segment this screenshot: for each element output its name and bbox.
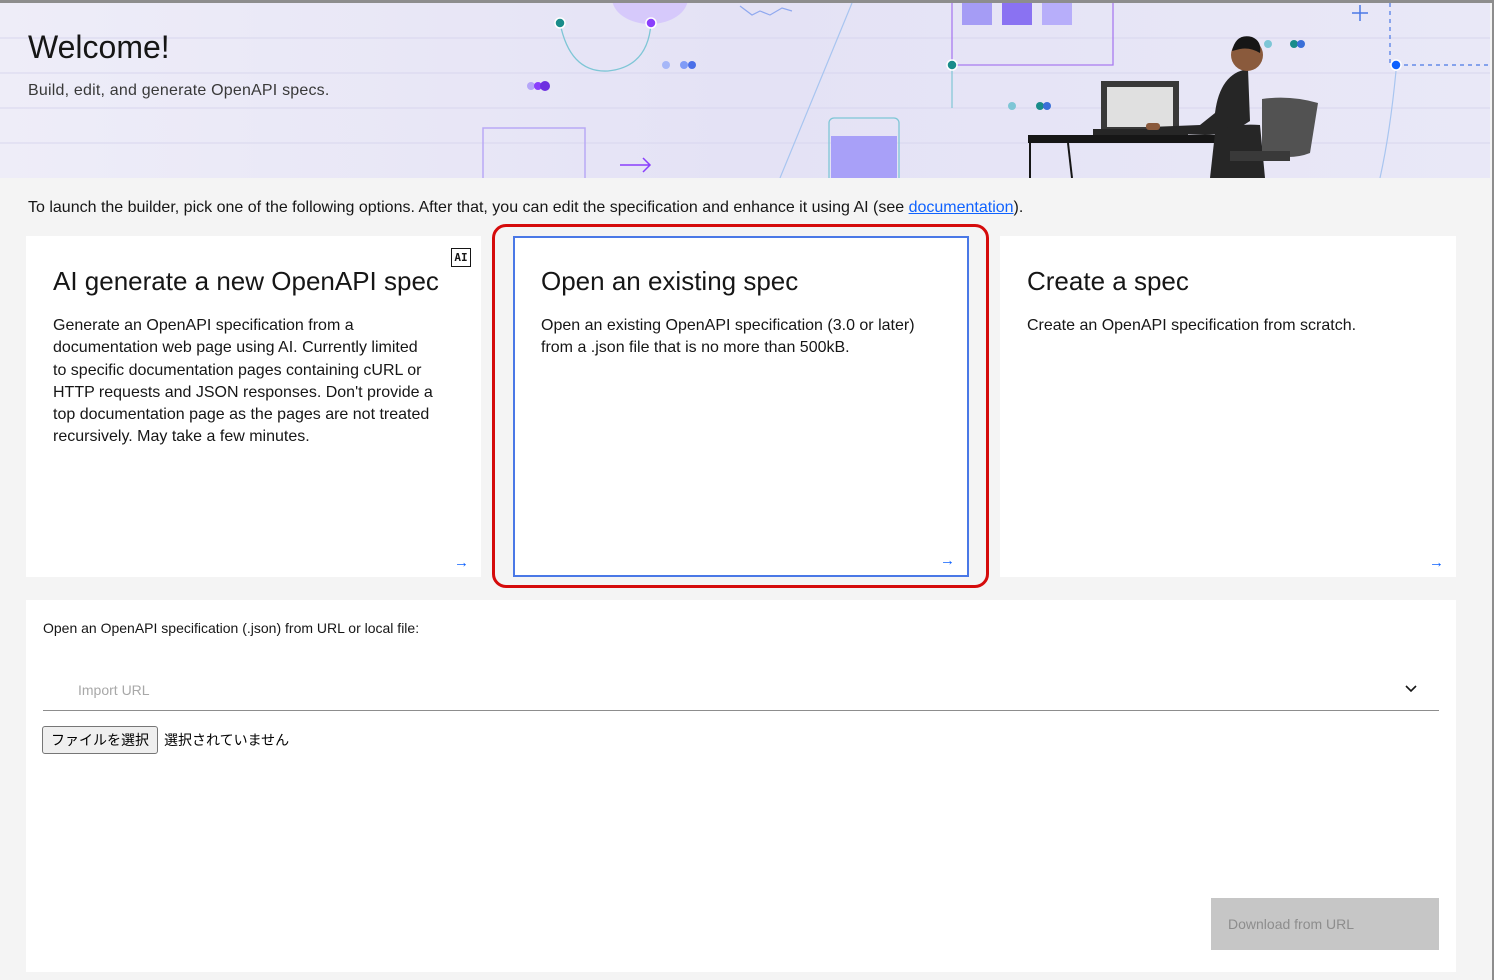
card-title: Open an existing spec — [541, 266, 799, 296]
file-chooser: ファイルを選択 選択されていません — [42, 726, 289, 754]
download-from-url-button[interactable]: Download from URL — [1211, 898, 1439, 950]
file-status-text: 選択されていません — [164, 733, 290, 749]
import-url-combobox[interactable] — [43, 670, 1439, 711]
card-description: Open an existing OpenAPI specification (… — [541, 317, 915, 357]
page-subtitle: Build, edit, and generate OpenAPI specs. — [28, 82, 330, 99]
page-title: Welcome! — [28, 29, 170, 65]
card-description: Create an OpenAPI specification from scr… — [1027, 317, 1357, 334]
intro-text-after: ). — [1013, 199, 1024, 216]
import-url-input[interactable] — [43, 670, 1393, 710]
import-panel: Open an OpenAPI specification (.json) fr… — [26, 600, 1456, 972]
ai-badge-icon: AI — [451, 248, 471, 267]
arrow-right-icon: → — [454, 554, 469, 571]
card-title: AI generate a new OpenAPI spec — [53, 266, 439, 296]
intro-text: To launch the builder, pick one of the f… — [28, 199, 1023, 217]
welcome-banner: Welcome! Build, edit, and generate OpenA… — [0, 3, 1490, 178]
create-spec-card[interactable]: Create a spec Create an OpenAPI specific… — [1000, 236, 1456, 577]
card-description: Generate an OpenAPI specification from a… — [53, 317, 433, 446]
card-title: Create a spec — [1027, 266, 1189, 296]
chevron-down-icon[interactable] — [1403, 680, 1419, 696]
intro-text-before: To launch the builder, pick one of the f… — [28, 199, 909, 216]
choose-file-button[interactable]: ファイルを選択 — [42, 726, 158, 754]
arrow-right-icon: → — [940, 552, 955, 569]
import-label: Open an OpenAPI specification (.json) fr… — [43, 620, 420, 636]
arrow-right-icon: → — [1429, 554, 1444, 571]
documentation-link[interactable]: documentation — [909, 199, 1014, 216]
ai-generate-card[interactable]: AI AI generate a new OpenAPI spec Genera… — [26, 236, 481, 577]
open-existing-spec-card[interactable]: Open an existing spec Open an existing O… — [513, 236, 969, 577]
